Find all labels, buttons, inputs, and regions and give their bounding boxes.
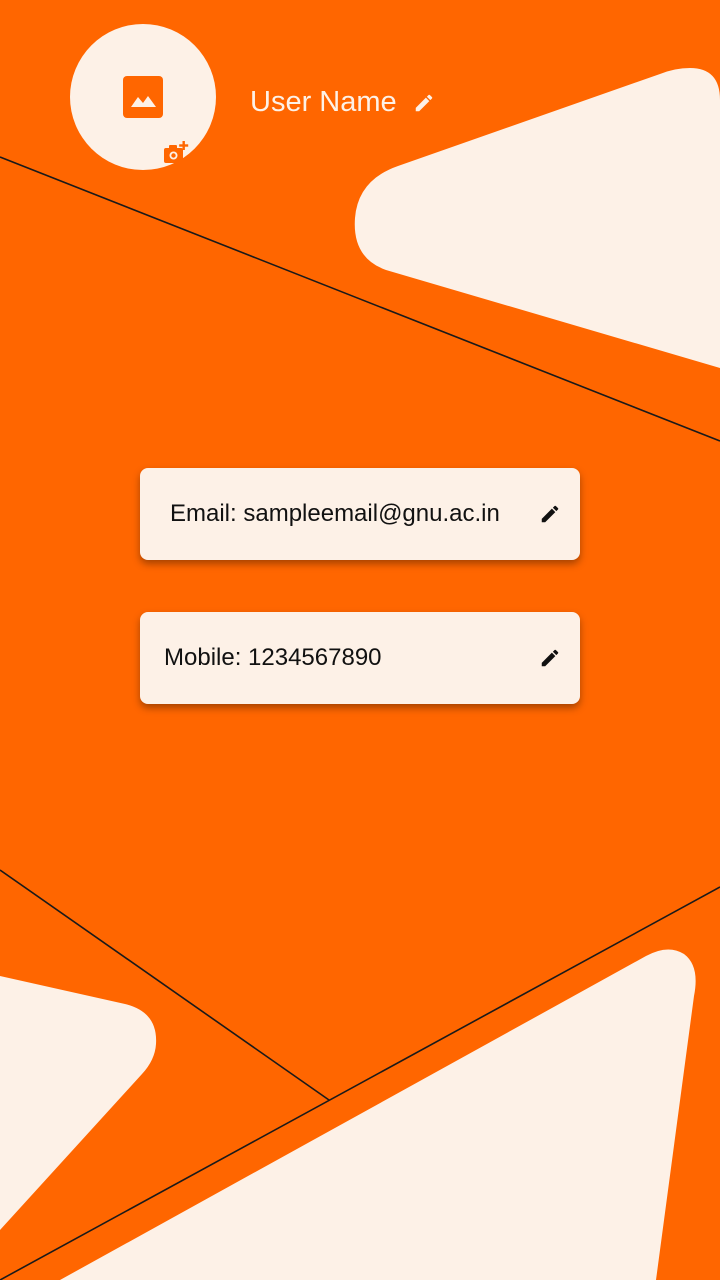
image-icon <box>123 76 163 118</box>
edit-mobile-pencil-icon[interactable] <box>539 647 561 669</box>
email-card: Email: sampleemail@gnu.ac.in <box>140 468 580 560</box>
profile-avatar[interactable] <box>70 24 216 170</box>
edit-email-pencil-icon[interactable] <box>539 503 561 525</box>
edit-name-pencil-icon[interactable] <box>413 92 435 114</box>
user-name: User Name <box>250 86 397 118</box>
mobile-label: Mobile: 1234567890 <box>164 644 382 671</box>
top-right-shape <box>354 68 720 368</box>
add-photo-camera-icon[interactable] <box>163 141 189 165</box>
bottom-right-shape <box>60 949 696 1280</box>
bottom-left-shape <box>0 976 157 1230</box>
mobile-card: Mobile: 1234567890 <box>140 612 580 704</box>
email-label: Email: sampleemail@gnu.ac.in <box>170 500 500 527</box>
